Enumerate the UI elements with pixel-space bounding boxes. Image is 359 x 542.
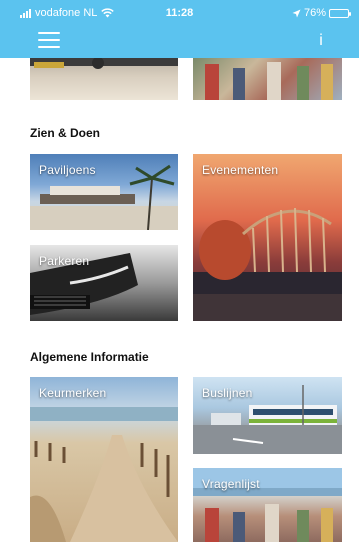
evenement-photo [193, 207, 342, 321]
battery-icon [329, 8, 351, 18]
menu-button[interactable] [38, 32, 60, 50]
tile-keurmerken[interactable]: Keurmerken [30, 377, 178, 542]
status-bar: vodafone NL 11:28 76% [0, 0, 359, 26]
tile-paviljoens[interactable]: Paviljoens [30, 154, 178, 230]
tile-label-evenementen: Evenementen [202, 163, 279, 177]
hamburger-menu-icon [38, 32, 60, 34]
tile-previous-right[interactable] [193, 58, 342, 100]
dune-path-photo [30, 407, 178, 542]
people-photo [205, 62, 333, 100]
tile-label-buslijnen: Buslijnen [202, 386, 253, 400]
tile-label-vragenlijst: Vragenlijst [202, 477, 260, 491]
battery-percentage: 76% [303, 7, 326, 19]
tile-label-paviljoens: Paviljoens [39, 163, 96, 177]
tile-buslijnen[interactable]: Buslijnen [193, 377, 342, 454]
section-title-algemene-informatie: Algemene Informatie [30, 350, 149, 364]
tile-vragenlijst[interactable]: Vragenlijst [193, 468, 342, 542]
section-title-zien-doen: Zien & Doen [30, 126, 101, 140]
app-header: vodafone NL 11:28 76% i [0, 0, 359, 58]
tile-label-keurmerken: Keurmerken [39, 386, 107, 400]
tile-evenementen[interactable]: Evenementen [193, 154, 342, 321]
tile-label-parkeren: Parkeren [39, 254, 90, 268]
location-arrow-icon [292, 9, 301, 17]
tile-previous-left[interactable] [30, 58, 178, 100]
content-scroll[interactable]: Zien & Doen Paviljoens Evenementen Parke… [0, 58, 359, 542]
beach-photo [30, 58, 178, 69]
tile-parkeren[interactable]: Parkeren [30, 245, 178, 321]
info-button[interactable]: i [313, 30, 329, 52]
status-right: 76% [292, 7, 351, 19]
